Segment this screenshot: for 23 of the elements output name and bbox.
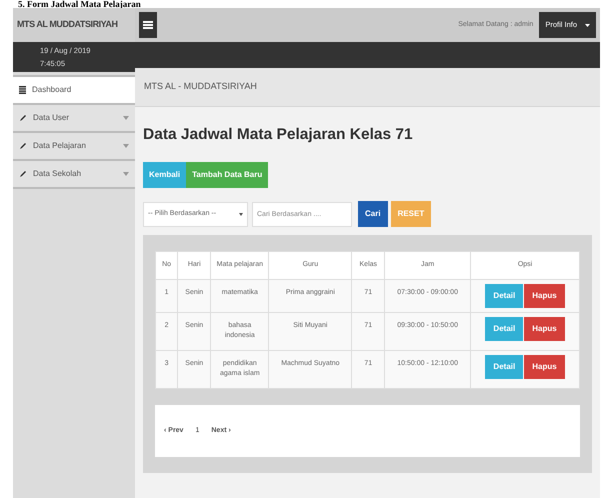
- sidebar-item[interactable]: Dashboard: [13, 77, 135, 105]
- brand-title: MTS AL MUDDATSIRIYAH: [17, 18, 118, 32]
- page-heading: Data Jadwal Mata Pelajaran Kelas 71: [143, 125, 414, 145]
- caption: 5. Form Jadwal Mata Pelajaran: [17, 0, 142, 8]
- delete-button[interactable]: Hapus: [524, 284, 565, 308]
- sidebar-item[interactable]: Data Sekolah: [13, 161, 135, 189]
- caret-icon: [585, 24, 590, 26]
- dropdown-arrow-icon: [239, 212, 243, 216]
- pencil-icon: [19, 170, 27, 178]
- delete-button[interactable]: Hapus: [524, 354, 565, 379]
- pencil-icon: [19, 114, 27, 122]
- sidebar-item[interactable]: Data Pelajaran: [13, 133, 135, 161]
- breadcrumb-text: MTS AL - MUDDATSIRIYAH: [144, 80, 257, 94]
- pencil-icon: [19, 142, 27, 150]
- menu-icon: [143, 20, 153, 30]
- menu-button[interactable]: [139, 12, 157, 38]
- search-button[interactable]: Cari: [358, 201, 388, 228]
- sidebar-item[interactable]: Data User: [13, 105, 135, 133]
- caret-icon: [123, 116, 129, 120]
- list-icon: [19, 86, 26, 94]
- caret-icon: [123, 172, 129, 176]
- delete-button[interactable]: Hapus: [524, 316, 565, 341]
- caret-icon: [123, 144, 129, 148]
